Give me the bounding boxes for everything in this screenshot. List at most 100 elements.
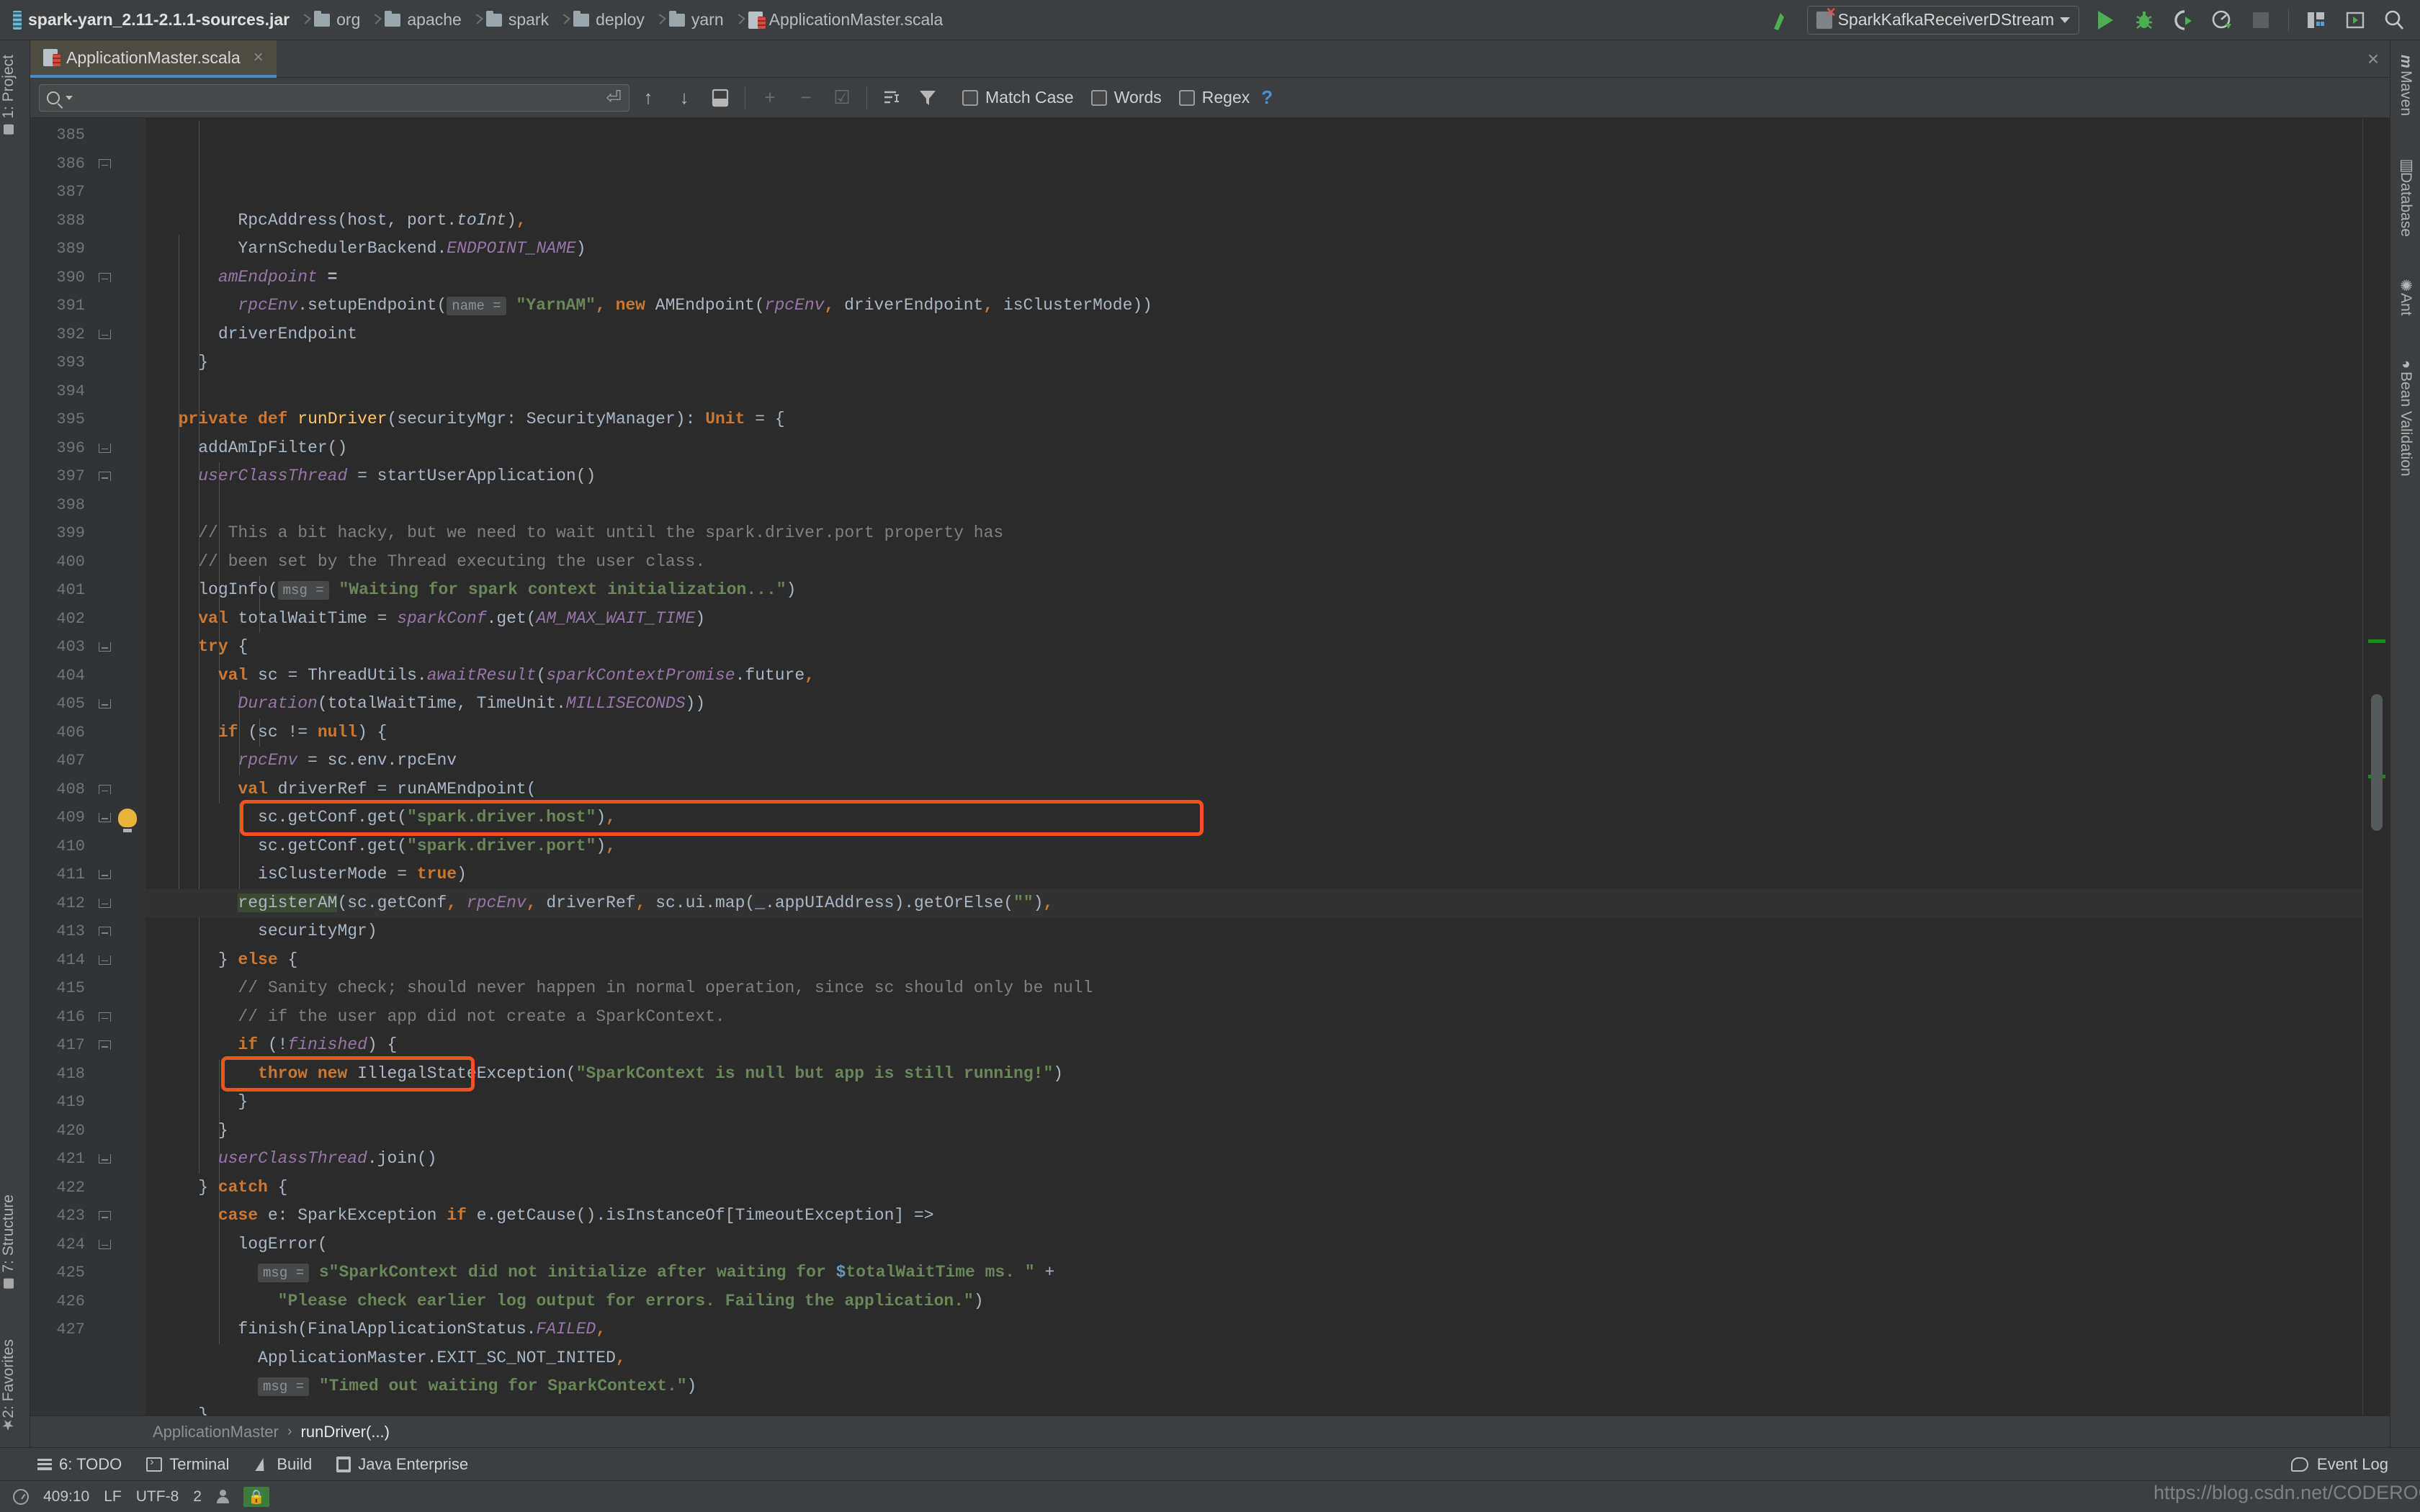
gutter-line[interactable]: 398 — [30, 491, 145, 520]
code-line-422[interactable]: msg = s"SparkContext did not initialize … — [145, 1259, 2362, 1287]
gutter-line[interactable]: 388 — [30, 207, 145, 235]
intention-bulb-icon[interactable] — [118, 808, 137, 832]
fold-column[interactable] — [92, 784, 117, 794]
code-line-389[interactable]: driverEndpoint — [145, 320, 2362, 349]
gutter-line[interactable]: 413 — [30, 917, 145, 946]
gutter-line[interactable]: 421 — [30, 1145, 145, 1174]
breadcrumb-item-yarn[interactable]: yarn — [665, 9, 734, 31]
run-configuration-selector[interactable]: SparkKafkaReceiverDStream — [1806, 4, 2079, 35]
gutter-line[interactable]: 415 — [30, 974, 145, 1003]
fold-column[interactable] — [92, 870, 117, 880]
gutter-line[interactable]: 395 — [30, 405, 145, 434]
code-line-411[interactable]: } else { — [145, 946, 2362, 975]
fold-up-icon[interactable] — [98, 1211, 111, 1221]
project-structure-icon[interactable] — [2299, 4, 2334, 36]
words-checkbox[interactable]: Words — [1090, 88, 1162, 107]
search-field[interactable] — [79, 88, 601, 107]
toolwindow-java-enterprise[interactable]: Java Enterprise — [336, 1455, 468, 1474]
fold-column[interactable] — [92, 955, 117, 965]
code-line-386[interactable]: YarnSchedulerBackend.ENDPOINT_NAME) — [145, 235, 2362, 264]
fold-down-icon[interactable] — [98, 443, 111, 453]
gutter-line[interactable]: 403 — [30, 633, 145, 662]
editor-gutter[interactable]: 385 386 387 388 389 390 391 392 393 394 395 396 397 3… — [30, 118, 145, 1416]
select-all-occurrences-icon[interactable] — [703, 82, 738, 114]
person-icon[interactable] — [216, 1489, 229, 1504]
search-history-chevron-icon[interactable] — [66, 95, 73, 100]
code-line-398[interactable]: logInfo(msg = "Waiting for spark context… — [145, 576, 2362, 605]
sidebar-item-project[interactable]: 1: Project — [0, 48, 17, 142]
gutter-line[interactable]: 419 — [30, 1088, 145, 1117]
code-line-412[interactable]: // Sanity check; should never happen in … — [145, 974, 2362, 1003]
code-line-409[interactable]: registerAM(sc.getConf, rpcEnv, driverRef… — [145, 888, 2362, 917]
gutter-line[interactable]: 407 — [30, 747, 145, 775]
fold-column[interactable] — [92, 272, 117, 282]
editor-scrollbar-thumb[interactable] — [2371, 694, 2383, 831]
gutter-line[interactable]: 405 — [30, 690, 145, 719]
fold-column[interactable] — [92, 1012, 117, 1022]
select-all-icon[interactable]: ☑ — [825, 82, 859, 114]
breadcrumb-item-spark-yarn-2-11-2-1-1-sources-jar[interactable]: spark-yarn_2.11-2.1.1-sources.jar — [9, 9, 300, 31]
gutter-line[interactable]: 412 — [30, 889, 145, 918]
fold-down-icon[interactable] — [98, 870, 111, 880]
gutter-line[interactable]: 392 — [30, 320, 145, 349]
code-line-401[interactable]: val sc = ThreadUtils.awaitResult(sparkCo… — [145, 662, 2362, 690]
indent-size[interactable]: 2 — [193, 1488, 202, 1506]
fold-down-icon[interactable] — [98, 642, 111, 652]
code-line-400[interactable]: try { — [145, 633, 2362, 662]
code-line-406[interactable]: sc.getConf.get("spark.driver.host"), — [145, 804, 2362, 832]
toolwindow-terminal[interactable]: Terminal — [146, 1455, 229, 1474]
code-line-419[interactable]: } catch { — [145, 1174, 2362, 1202]
code-line-396[interactable]: // This a bit hacky, but we need to wait… — [145, 519, 2362, 548]
code-line-416[interactable]: } — [145, 1088, 2362, 1117]
fold-down-icon[interactable] — [98, 1154, 111, 1164]
gutter-line[interactable]: 385 — [30, 121, 145, 150]
code-line-421[interactable]: logError( — [145, 1230, 2362, 1259]
fold-column[interactable] — [92, 443, 117, 453]
toolwindow-event-log[interactable]: Event Log — [2290, 1455, 2388, 1474]
fold-up-icon[interactable] — [98, 927, 111, 937]
fold-down-icon[interactable] — [98, 813, 111, 823]
fold-down-icon[interactable] — [98, 329, 111, 339]
code-line-405[interactable]: val driverRef = runAMEndpoint( — [145, 775, 2362, 804]
code-line-415[interactable]: throw new IllegalStateException("SparkCo… — [145, 1060, 2362, 1089]
fold-up-icon[interactable] — [98, 272, 111, 282]
fold-column[interactable] — [92, 1211, 117, 1221]
gutter-line[interactable]: 414 — [30, 946, 145, 975]
gutter-line[interactable]: 390 — [30, 264, 145, 292]
fold-column[interactable] — [92, 1040, 117, 1050]
update-application-icon[interactable] — [2338, 4, 2372, 36]
code-line-385[interactable]: RpcAddress(host, port.toInt), — [145, 207, 2362, 235]
fold-up-icon[interactable] — [98, 1040, 111, 1050]
file-encoding[interactable]: UTF-8 — [136, 1488, 179, 1506]
gutter-line[interactable]: 386 — [30, 150, 145, 179]
code-line-387[interactable]: amEndpoint = — [145, 264, 2362, 292]
code-line-394[interactable]: userClassThread = startUserApplication() — [145, 462, 2362, 491]
enter-icon[interactable]: ⏎ — [606, 86, 622, 109]
error-stripe-markers[interactable] — [2362, 118, 2390, 1416]
match-case-checkbox[interactable]: Match Case — [962, 88, 1074, 107]
fold-column[interactable] — [92, 472, 117, 482]
search-everywhere-icon[interactable] — [2377, 4, 2411, 36]
code-line-418[interactable]: userClassThread.join() — [145, 1145, 2362, 1174]
fold-down-icon[interactable] — [98, 699, 111, 709]
code-line-413[interactable]: // if the user app did not create a Spar… — [145, 1003, 2362, 1032]
code-line-427[interactable]: } — [145, 1401, 2362, 1416]
add-occurrence-icon[interactable]: + — [753, 82, 787, 114]
code-line-392[interactable]: private def runDriver(securityMgr: Secur… — [145, 405, 2362, 434]
code-line-403[interactable]: if (sc != null) { — [145, 719, 2362, 747]
sidebar-item-bean-validation[interactable]: ◕ Bean Validation — [2397, 348, 2414, 484]
find-next-icon[interactable]: ↓ — [667, 82, 702, 114]
code-line-404[interactable]: rpcEnv = sc.env.rpcEnv — [145, 747, 2362, 775]
stop-icon[interactable] — [2244, 4, 2278, 36]
regex-checkbox[interactable]: Regex — [1178, 88, 1250, 107]
fold-column[interactable] — [92, 642, 117, 652]
close-icon[interactable]: × — [254, 48, 264, 68]
code-text[interactable]: RpcAddress(host, port.toInt), YarnSchedu… — [145, 118, 2362, 1416]
gutter-line[interactable]: 410 — [30, 832, 145, 861]
breadcrumb-item-org[interactable]: org — [310, 9, 370, 31]
gutter-line[interactable]: 411 — [30, 860, 145, 889]
build-icon[interactable] — [1764, 4, 1798, 36]
code-line-424[interactable]: finish(FinalApplicationStatus.FAILED, — [145, 1315, 2362, 1344]
tab-applicationmaster-scala[interactable]: ApplicationMaster.scala × — [30, 40, 277, 78]
fold-column[interactable] — [92, 1239, 117, 1249]
